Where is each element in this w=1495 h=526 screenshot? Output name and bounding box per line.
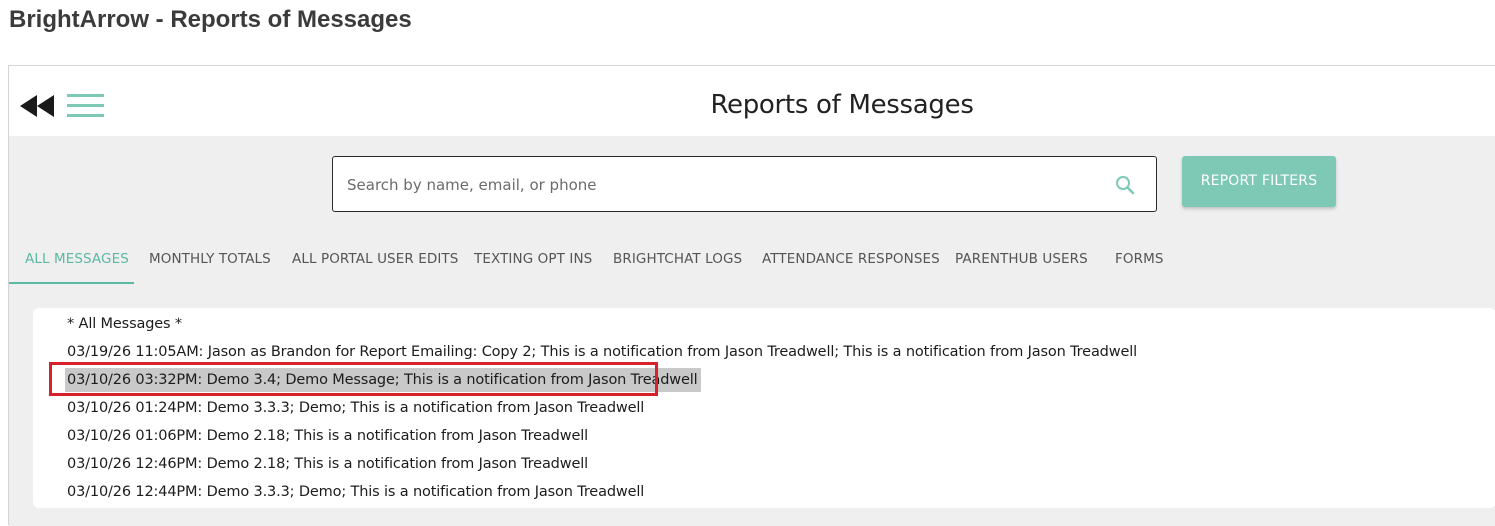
report-panel: Reports of Messages REPORT FILTERS ALL M… [8,65,1495,526]
tab-attendance-responses[interactable]: ATTENDANCE RESPONSES [762,236,940,282]
messages-list: * All Messages * 03/19/26 11:05AM: Jason… [33,308,1495,508]
active-tab-indicator [9,282,134,284]
list-item[interactable]: 03/10/26 12:44PM: Demo 3.3.3; Demo; This… [67,480,644,504]
list-item[interactable]: 03/10/26 01:24PM: Demo 3.3.3; Demo; This… [67,396,644,420]
tab-monthly-totals[interactable]: MONTHLY TOTALS [149,236,271,282]
list-item-selected[interactable]: 03/10/26 03:32PM: Demo 3.4; Demo Message… [65,368,701,392]
list-item[interactable]: 03/10/26 12:46PM: Demo 2.18; This is a n… [67,452,588,476]
tab-brightchat-logs[interactable]: BRIGHTCHAT LOGS [613,236,742,282]
search-icon[interactable] [1114,174,1136,196]
search-box[interactable] [332,156,1157,212]
tab-texting-opt-ins[interactable]: TEXTING OPT INS [474,236,592,282]
content-area: REPORT FILTERS ALL MESSAGES MONTHLY TOTA… [9,136,1495,526]
list-item[interactable]: 03/19/26 11:05AM: Jason as Brandon for R… [67,340,1137,364]
search-input[interactable] [345,165,1089,205]
tab-parenthub-users[interactable]: PARENTHUB USERS [955,236,1088,282]
report-tabs: ALL MESSAGES MONTHLY TOTALS ALL PORTAL U… [9,236,1209,284]
list-header[interactable]: * All Messages * [67,312,182,336]
tab-forms[interactable]: FORMS [1115,236,1164,282]
page-title: Reports of Messages [710,90,974,120]
tab-all-portal-user-edits[interactable]: ALL PORTAL USER EDITS [292,236,458,282]
tab-all-messages[interactable]: ALL MESSAGES [25,236,129,282]
report-filters-button[interactable]: REPORT FILTERS [1182,156,1336,207]
window-title: BrightArrow - Reports of Messages [9,6,412,33]
list-item[interactable]: 03/10/26 01:06PM: Demo 2.18; This is a n… [67,424,588,448]
